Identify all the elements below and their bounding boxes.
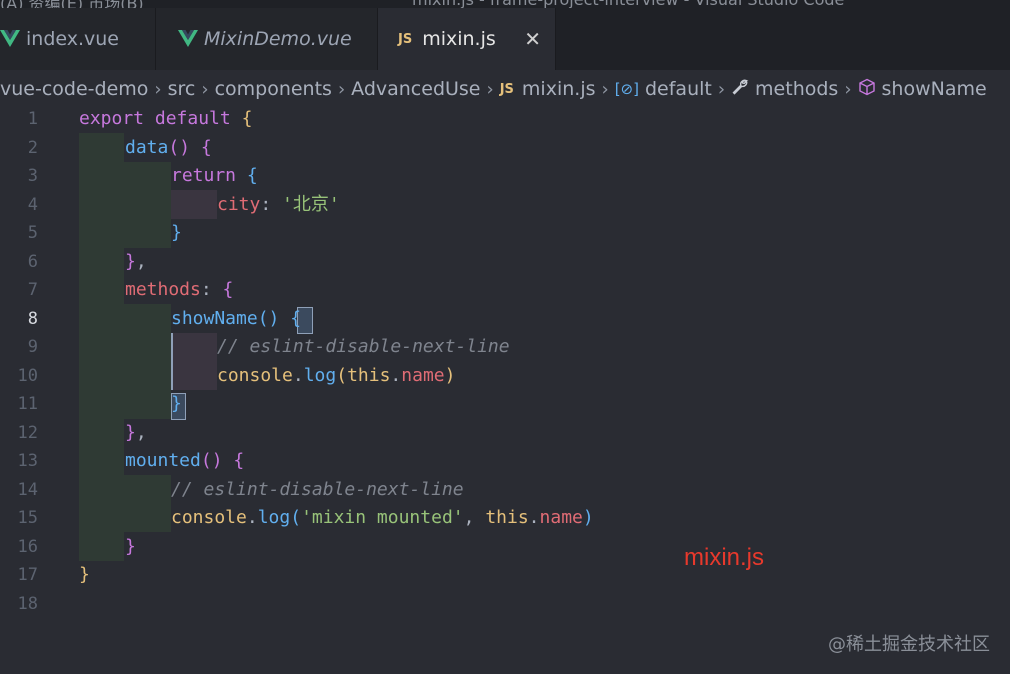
code-line[interactable]: console.log('mixin mounted', this.name) [171, 504, 594, 533]
breadcrumb-item[interactable]: vue-code-demo [0, 78, 148, 100]
breadcrumb-item[interactable]: src [168, 78, 196, 100]
line-number: 12 [17, 422, 38, 443]
line-number: 1 [27, 109, 38, 129]
breadcrumb-item[interactable]: mixin.js [522, 78, 596, 100]
menu-bar[interactable]: (A) 资编(E) 市场(B) [0, 0, 144, 8]
chevron-right-icon: › [154, 78, 162, 100]
code-line[interactable]: methods: { [125, 276, 233, 305]
breadcrumb-item[interactable]: components [215, 78, 332, 100]
line-number: 5 [27, 223, 38, 243]
code-line[interactable]: } [171, 219, 182, 248]
tab-bar: index.vue MixinDemo.vue JS mixin.js ✕ [0, 8, 1010, 70]
line-number: 13 [17, 451, 38, 471]
chevron-right-icon: › [717, 78, 726, 100]
code-line[interactable]: console.log(this.name) [217, 362, 455, 391]
line-number: 11 [17, 394, 38, 414]
code-line[interactable]: } [125, 533, 136, 562]
line-number: 16 [17, 536, 38, 557]
code-line[interactable]: showName() { [171, 305, 301, 334]
tab-label: MixinDemo.vue [204, 28, 352, 50]
tab-index-vue[interactable]: index.vue [0, 8, 156, 70]
chevron-right-icon: › [601, 78, 609, 100]
file-annotation: mixin.js [684, 544, 765, 571]
tab-mixindemo-vue[interactable]: MixinDemo.vue [156, 8, 378, 70]
line-number: 14 [17, 479, 38, 500]
code-line[interactable]: // eslint-disable-next-line [171, 476, 464, 505]
line-number: 8 [27, 308, 38, 329]
wrench-icon [731, 78, 749, 101]
code-line[interactable]: } [171, 390, 182, 419]
code-line[interactable]: // eslint-disable-next-line [217, 333, 510, 362]
chevron-right-icon: › [337, 78, 346, 100]
vue-icon [178, 30, 198, 47]
code-line[interactable]: city: '北京' [217, 191, 340, 220]
code-editor[interactable]: 1 export default { 2 data() { 3 return { 4 c… [0, 105, 1010, 674]
line-number: 15 [17, 508, 38, 528]
chevron-right-icon: › [844, 78, 852, 100]
close-icon[interactable]: ✕ [524, 27, 541, 51]
vue-icon [0, 30, 20, 47]
breadcrumb: vue-code-demo › src › components › Advan… [0, 70, 1010, 108]
code-line[interactable]: return { [171, 162, 258, 191]
code-line[interactable]: export default { [79, 105, 252, 134]
breadcrumb-item[interactable]: default [645, 78, 712, 100]
code-line[interactable]: }, [125, 248, 147, 277]
line-number: 6 [27, 251, 38, 272]
code-line[interactable]: } [79, 561, 90, 590]
code-line[interactable]: data() { [125, 134, 212, 163]
tab-label: index.vue [26, 28, 119, 50]
line-number: 3 [27, 166, 38, 186]
line-number: 2 [27, 137, 38, 158]
variable-icon: [⊘] [614, 80, 639, 98]
watermark: @稀土掘金技术社区 [828, 634, 990, 655]
js-icon: JS [499, 81, 514, 97]
code-line[interactable]: mounted() { [125, 447, 244, 476]
breadcrumb-item[interactable]: AdvancedUse [351, 78, 480, 100]
line-number: 18 [17, 593, 38, 614]
breadcrumb-item[interactable]: methods [755, 78, 838, 100]
title-bar: (A) 资编(E) 市场(B) mixin.js - frame-project… [0, 0, 1010, 8]
tab-label: mixin.js [422, 28, 496, 50]
line-number: 10 [17, 365, 38, 386]
cube-icon [858, 78, 876, 101]
chevron-right-icon: › [486, 78, 494, 100]
window-title: mixin.js - frame-project-interview - Vis… [412, 0, 844, 8]
line-number: 17 [17, 565, 38, 585]
code-line[interactable]: }, [125, 419, 147, 448]
line-number: 7 [27, 280, 38, 300]
tab-mixin-js[interactable]: JS mixin.js ✕ [378, 8, 556, 70]
breadcrumb-item[interactable]: showName [882, 78, 987, 100]
chevron-right-icon: › [201, 78, 209, 100]
line-number: 9 [27, 337, 38, 357]
js-icon: JS [398, 31, 413, 47]
line-number: 4 [27, 194, 38, 215]
